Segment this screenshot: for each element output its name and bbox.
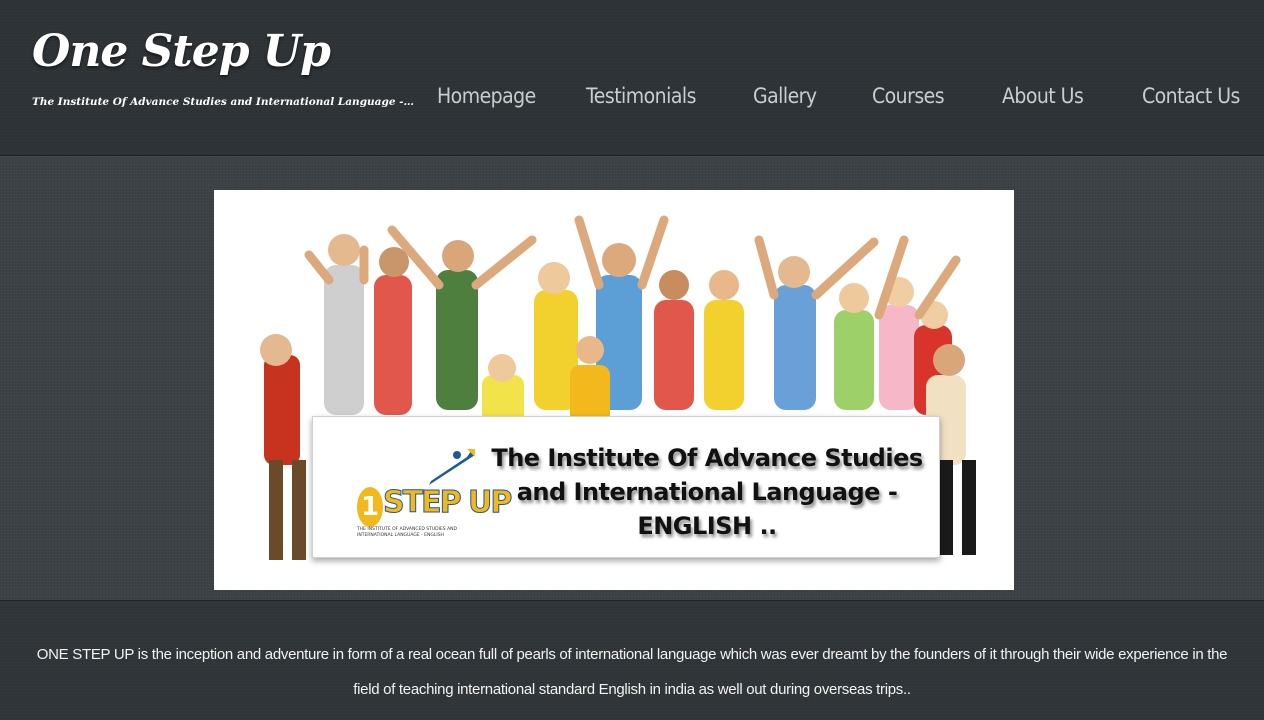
nav-item-contact-us[interactable]: Contact Us <box>1142 84 1240 108</box>
intro-section: ONE STEP UP is the inception and adventu… <box>0 600 1264 720</box>
main-nav: Homepage Testimonials Gallery Courses Ab… <box>420 84 1250 118</box>
nav-item-homepage[interactable]: Homepage <box>437 84 536 108</box>
institute-card: 1 STEP UP THE INSTITUTE OF ADVANCED STUD… <box>312 416 940 558</box>
logo-number: 1 <box>357 487 383 527</box>
step-up-logo: 1 STEP UP THE INSTITUTE OF ADVANCED STUD… <box>353 447 513 547</box>
site-tagline: The Institute Of Advance Studies and Int… <box>32 96 416 108</box>
nav-item-courses[interactable]: Courses <box>872 84 945 108</box>
site-title[interactable]: One Step Up <box>32 26 331 77</box>
banner-heading: The Institute Of Advance Studies and Int… <box>491 444 923 540</box>
site-header: One Step Up The Institute Of Advance Stu… <box>0 0 1264 156</box>
nav-item-gallery[interactable]: Gallery <box>753 84 817 108</box>
intro-paragraph: ONE STEP UP is the inception and adventu… <box>36 646 1228 698</box>
logo-subtitle: THE INSTITUTE OF ADVANCED STUDIES AND IN… <box>357 527 457 538</box>
nav-item-testimonials[interactable]: Testimonials <box>586 84 696 108</box>
climbing-figure-icon <box>429 449 475 485</box>
hero-banner: 1 STEP UP THE INSTITUTE OF ADVANCED STUD… <box>214 190 1014 590</box>
nav-item-about-us[interactable]: About Us <box>1002 84 1084 108</box>
